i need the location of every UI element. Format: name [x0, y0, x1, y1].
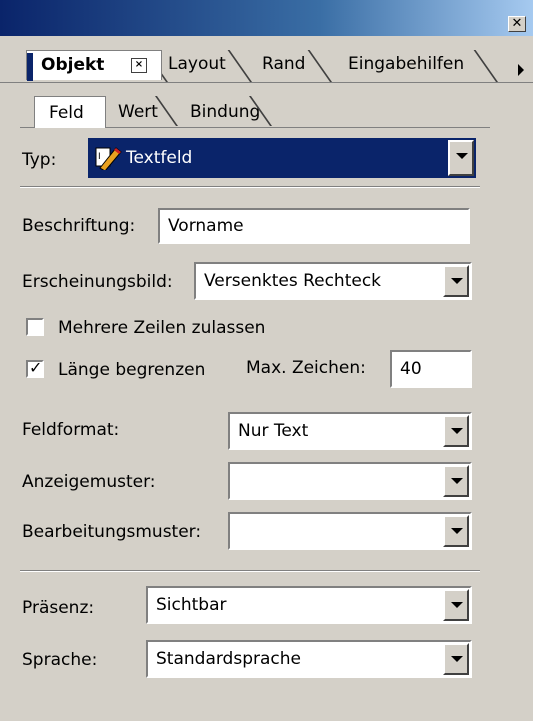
caption-value: Vorname [168, 216, 244, 236]
limit-length-label: Länge begrenzen [58, 360, 206, 380]
title-bar [0, 0, 533, 36]
tab-divider [154, 96, 178, 126]
field-format-value: Nur Text [238, 421, 309, 441]
tab-objekt-label: Objekt [41, 55, 105, 75]
tab-feld[interactable]: Feld [34, 96, 106, 128]
tab-objekt[interactable]: Objekt × [26, 50, 162, 80]
type-value: Textfeld [126, 148, 193, 168]
separator [20, 186, 480, 188]
close-icon: ✕ [511, 16, 523, 31]
appearance-select[interactable]: Versenktes Rechteck [194, 262, 472, 300]
tab-wert-label: Wert [118, 102, 158, 122]
tab-scroll-right-icon[interactable] [518, 64, 524, 76]
multiline-label: Mehrere Zeilen zulassen [58, 318, 266, 338]
tab-layout-label: Layout [168, 54, 226, 74]
tab-bindung[interactable]: Bindung [190, 98, 260, 126]
field-format-dropdown-button[interactable] [443, 415, 469, 447]
tab-feld-label: Feld [49, 103, 84, 123]
presence-label: Präsenz: [22, 598, 95, 618]
close-button[interactable]: ✕ [508, 16, 526, 32]
language-dropdown-button[interactable] [443, 643, 469, 675]
type-select[interactable]: I Textfeld [88, 138, 476, 178]
separator [20, 570, 480, 572]
svg-text:I: I [98, 152, 101, 162]
display-pattern-select[interactable] [228, 462, 472, 500]
tab-layout[interactable]: Layout [168, 50, 226, 80]
max-chars-field[interactable]: 40 [390, 350, 472, 388]
appearance-label: Erscheinungsbild: [22, 272, 173, 292]
tab-bindung-label: Bindung [190, 102, 261, 122]
type-dropdown-button[interactable] [448, 140, 474, 176]
textfield-pen-icon: I [94, 144, 122, 172]
tab-rand-label: Rand [262, 54, 306, 74]
presence-select[interactable]: Sichtbar [146, 586, 472, 624]
presence-value: Sichtbar [156, 595, 227, 615]
limit-length-checkbox[interactable]: ✓ [26, 358, 44, 378]
max-chars-label: Max. Zeichen: [246, 358, 366, 378]
language-label: Sprache: [22, 650, 98, 670]
tab-baseline [0, 82, 533, 83]
edit-pattern-label: Bearbeitungsmuster: [22, 522, 202, 542]
display-pattern-label: Anzeigemuster: [22, 472, 156, 492]
checkmark-icon: ✓ [29, 358, 43, 377]
field-format-label: Feldformat: [22, 420, 120, 440]
edit-pattern-dropdown-button[interactable] [443, 515, 469, 547]
appearance-value: Versenktes Rechteck [204, 271, 382, 291]
presence-dropdown-button[interactable] [443, 589, 469, 621]
tab-close-icon[interactable]: × [131, 58, 147, 73]
caption-label: Beschriftung: [22, 216, 136, 236]
max-chars-value: 40 [400, 359, 422, 379]
edit-pattern-select[interactable] [228, 512, 472, 550]
language-value: Standardsprache [156, 649, 301, 669]
tab-rand[interactable]: Rand [262, 50, 305, 80]
caption-field[interactable]: Vorname [158, 208, 470, 244]
appearance-dropdown-button[interactable] [443, 265, 469, 297]
tab-eingabehilfen-label: Eingabehilfen [348, 54, 465, 74]
multiline-checkbox[interactable] [26, 318, 44, 336]
display-pattern-dropdown-button[interactable] [443, 465, 469, 497]
type-label: Typ: [22, 150, 57, 170]
tab-wert[interactable]: Wert [118, 98, 158, 126]
field-format-select[interactable]: Nur Text [228, 412, 472, 450]
tab-eingabehilfen[interactable]: Eingabehilfen [348, 50, 464, 80]
drag-grip-handle[interactable] [27, 53, 33, 81]
language-select[interactable]: Standardsprache [146, 640, 472, 678]
